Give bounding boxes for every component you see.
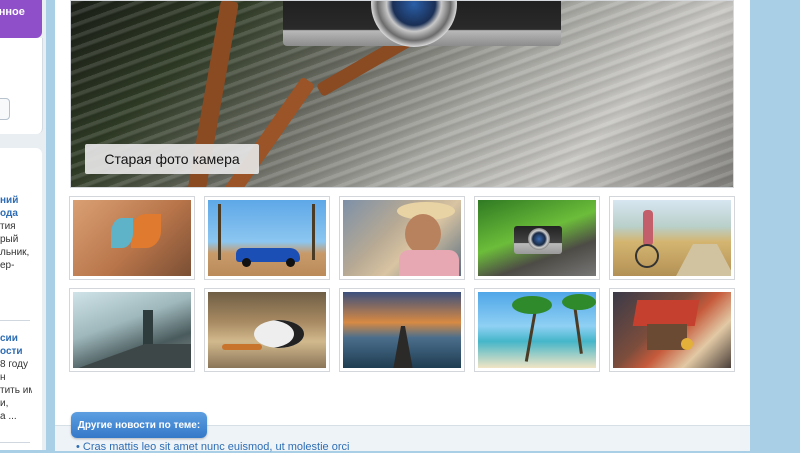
news-item-title[interactable]: сии — [0, 332, 32, 345]
thumbnail-flower[interactable] — [69, 196, 195, 280]
thumbnail-bridge[interactable] — [69, 288, 195, 372]
road-shape — [675, 244, 731, 276]
sidebar-news: ний ода тия рый льник, ер- сии ости 8 го… — [0, 148, 42, 450]
girl-bike-image — [613, 200, 731, 276]
dog-image — [208, 292, 326, 368]
left-sidebar: онное ний ода тия рый льник, ер- сии ост… — [0, 0, 46, 450]
bridge-image — [73, 292, 191, 368]
palm-trunk — [218, 204, 221, 260]
woman-image — [343, 200, 461, 276]
news-item-title-line2[interactable]: ости — [0, 345, 32, 358]
face-shape — [405, 214, 441, 254]
beach-image — [478, 292, 596, 368]
flower-image — [73, 200, 191, 276]
dog-shape — [254, 320, 304, 348]
news-item-line: ер- — [0, 260, 15, 271]
news-item-line: тить им — [0, 385, 32, 396]
leaf-shape — [111, 218, 133, 248]
palm-leaves — [512, 296, 552, 314]
thumbnail-car[interactable] — [204, 196, 330, 280]
news-item-line: а ... — [0, 411, 17, 422]
sidebar-card — [0, 38, 43, 134]
news-item-line: льник, — [0, 247, 30, 258]
news-item-title-line2[interactable]: ода — [0, 207, 32, 220]
news-item-line: рый — [0, 234, 19, 245]
news-divider — [0, 442, 30, 443]
news-item-line: 8 году — [0, 359, 28, 370]
birdhouse-image — [613, 292, 731, 368]
news-divider — [0, 320, 30, 321]
other-news-button[interactable]: Другие новости по теме: — [71, 412, 207, 438]
other-news-link[interactable]: • Cras mattis leo sit amet nunc euismod,… — [76, 441, 349, 453]
shirt-shape — [399, 250, 459, 276]
promo-banner[interactable]: онное — [0, 0, 42, 38]
news-item-1[interactable]: ний ода тия рый льник, ер- — [0, 194, 32, 272]
promo-text: онное — [0, 6, 25, 18]
hero-caption: Старая фото камера — [85, 144, 259, 174]
rope-shape — [222, 344, 262, 350]
thumbnail-dog[interactable] — [204, 288, 330, 372]
thumbnail-woman[interactable] — [339, 196, 465, 280]
bridge-deck — [73, 344, 191, 368]
mini-camera-lens — [528, 228, 550, 250]
camera-image — [478, 200, 596, 276]
thumbnail-camera[interactable] — [474, 196, 600, 280]
pier-shape — [393, 326, 413, 368]
leaf-shape — [131, 214, 161, 248]
bike-wheel — [635, 244, 659, 268]
thumbnail-beach[interactable] — [474, 288, 600, 372]
wheel — [242, 258, 251, 267]
birdhouse-roof — [632, 300, 700, 326]
bird-shape — [681, 338, 693, 350]
pier-image — [343, 292, 461, 368]
news-item-line: тия — [0, 221, 16, 232]
palm-leaves — [562, 294, 596, 310]
news-item-title[interactable]: ний — [0, 194, 32, 207]
sidebar-button[interactable] — [0, 98, 10, 120]
thumbnail-girl-bike[interactable] — [609, 196, 735, 280]
girl-shape — [643, 210, 653, 246]
thumbnail-birdhouse[interactable] — [609, 288, 735, 372]
news-item-line: и, — [0, 398, 9, 409]
news-item-line: н — [0, 372, 6, 383]
palm-trunk — [312, 204, 315, 260]
car-image — [208, 200, 326, 276]
news-item-2[interactable]: сии ости 8 году н тить им и, а ... — [0, 332, 32, 423]
thumbnail-pier[interactable] — [339, 288, 465, 372]
wheel — [286, 258, 295, 267]
